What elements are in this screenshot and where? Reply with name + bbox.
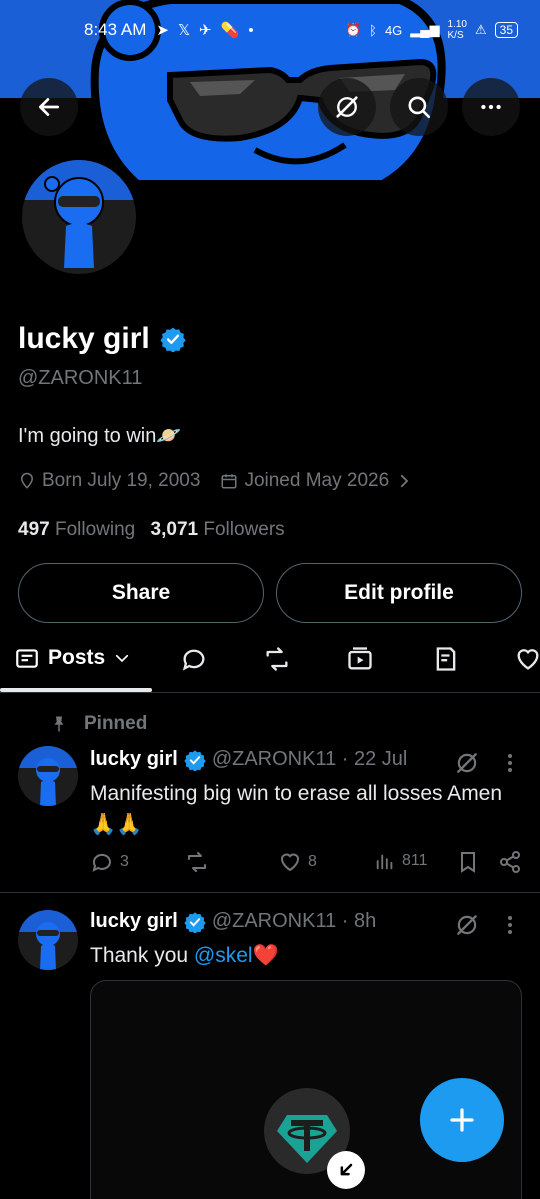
signal-icon: ▂▄▆ (410, 22, 440, 37)
notification-icons: ➤ 𝕏 ✈ 💊 • (156, 21, 254, 40)
joined-date[interactable]: Joined May 2026 (244, 470, 389, 492)
grok-icon[interactable] (454, 912, 480, 938)
article-icon[interactable] (432, 645, 460, 673)
navigation-icon: ➤ (156, 22, 169, 39)
following-count: 497 (18, 519, 50, 540)
expand-media-button[interactable] (327, 1151, 365, 1189)
back-button[interactable] (20, 78, 78, 136)
repost-button[interactable] (184, 850, 210, 874)
repost-icon[interactable] (262, 645, 292, 673)
verified-icon (184, 749, 206, 771)
speed-value: 1.10 (447, 19, 467, 30)
share-icon (500, 851, 520, 873)
bookmark-button[interactable] (456, 850, 480, 874)
more-button[interactable] (462, 78, 520, 136)
calendar-icon (221, 474, 237, 489)
active-tab-indicator (0, 688, 152, 692)
like-count: 8 (308, 853, 317, 870)
telegram-icon: ✈ (199, 22, 212, 39)
verified-icon (160, 327, 186, 352)
tab-posts[interactable]: Posts (14, 645, 131, 671)
grok-icon (336, 96, 358, 118)
dot-icon: • (248, 21, 254, 39)
grok-icon[interactable] (454, 750, 480, 776)
followers-label: Followers (203, 519, 285, 540)
following-label: Following (54, 519, 136, 540)
post-header: lucky girl @ZARONK11 · 22 Jul (90, 748, 407, 771)
post-more-icon[interactable] (498, 750, 522, 776)
post-text-after: ❤️ (252, 944, 279, 967)
share-button[interactable]: Share (18, 563, 264, 623)
reply-button[interactable]: 3 (90, 850, 129, 874)
like-button[interactable]: 8 (278, 850, 317, 874)
profile-tabs: Posts (0, 635, 540, 693)
video-icon[interactable] (346, 645, 374, 673)
reply-icon[interactable] (180, 645, 208, 673)
post-author-name[interactable]: lucky girl (90, 748, 178, 771)
post-text: Manifesting big win to erase all losses … (90, 782, 503, 836)
post-more-icon[interactable] (498, 912, 522, 938)
verified-icon (184, 911, 206, 933)
follow-stats: 497 Following 3,071 Followers (18, 519, 285, 541)
profile-name-row: lucky girl (18, 322, 186, 356)
chevron-down-icon (116, 654, 129, 663)
post-meta: @ZARONK11 · 22 Jul (211, 748, 408, 770)
profile-avatar[interactable] (18, 156, 140, 278)
grok-button[interactable] (318, 78, 376, 136)
post-author-name[interactable]: lucky girl (90, 910, 178, 933)
reply-icon (92, 853, 111, 872)
repost-icon (188, 852, 206, 872)
reply-count: 3 (120, 853, 129, 870)
more-icon (481, 104, 501, 110)
alarm-icon: ⏰ (344, 22, 362, 37)
profile-meta: Born July 19, 2003 Joined May 2026 (18, 470, 413, 492)
post-avatar[interactable] (18, 910, 78, 970)
heart-icon (280, 853, 300, 872)
chevron-right-icon[interactable] (395, 472, 413, 490)
post-divider (0, 892, 540, 893)
profile-handle: @ZARONK11 (18, 367, 143, 389)
mention-link[interactable]: @skel (194, 944, 253, 967)
back-arrow-icon (38, 98, 60, 116)
compose-button[interactable] (420, 1078, 504, 1162)
post-header: lucky girl @ZARONK11 · 8h (90, 910, 376, 933)
compose-plus-icon (450, 1108, 474, 1132)
x-app-icon: 𝕏 (177, 22, 191, 39)
pin-icon (54, 716, 64, 732)
following-link[interactable]: 497 Following (18, 519, 135, 540)
battery-level: 35 (494, 22, 518, 38)
search-button[interactable] (390, 78, 448, 136)
location-icon (20, 472, 34, 489)
arrow-down-left-icon (340, 1163, 353, 1176)
post-avatar[interactable] (18, 746, 78, 806)
posts-tab-icon (16, 649, 38, 668)
profile-name: lucky girl (18, 322, 150, 355)
speed-unit: K/S (447, 30, 464, 41)
post-text: Thank you @skel❤️ (90, 940, 510, 971)
views-button[interactable]: 811 (374, 850, 428, 872)
profile-bio: I'm going to win🪐 (18, 425, 182, 447)
tab-posts-label: Posts (48, 646, 106, 669)
edit-profile-button[interactable]: Edit profile (276, 563, 522, 623)
pinned-label-row: Pinned (50, 713, 147, 735)
status-bar: 8:43 AM ➤ 𝕏 ✈ 💊 • ⏰ ᛒ 4G ▂▄▆ 1.10 K/S ⚠ … (0, 0, 540, 60)
post-text-before: Thank you (90, 944, 194, 967)
followers-count: 3,071 (150, 519, 199, 540)
bookmark-icon (461, 852, 475, 873)
network-label: 4G (384, 22, 403, 38)
post-actions: 3 8 811 (90, 850, 530, 878)
born-date: Born July 19, 2003 (42, 470, 201, 491)
search-icon (408, 96, 431, 119)
followers-link[interactable]: 3,071 Followers (151, 519, 285, 540)
views-icon (376, 854, 393, 870)
warning-icon: ⚠ (474, 22, 487, 37)
post-meta: @ZARONK11 · 8h (211, 910, 377, 932)
share-post-button[interactable] (498, 850, 522, 874)
views-count: 811 (402, 852, 428, 869)
pinned-label: Pinned (84, 713, 148, 734)
status-time: 8:43 AM (84, 20, 147, 39)
pill-icon: 💊 (220, 22, 240, 39)
bluetooth-icon: ᛒ (369, 22, 377, 38)
heart-icon[interactable] (514, 645, 540, 673)
